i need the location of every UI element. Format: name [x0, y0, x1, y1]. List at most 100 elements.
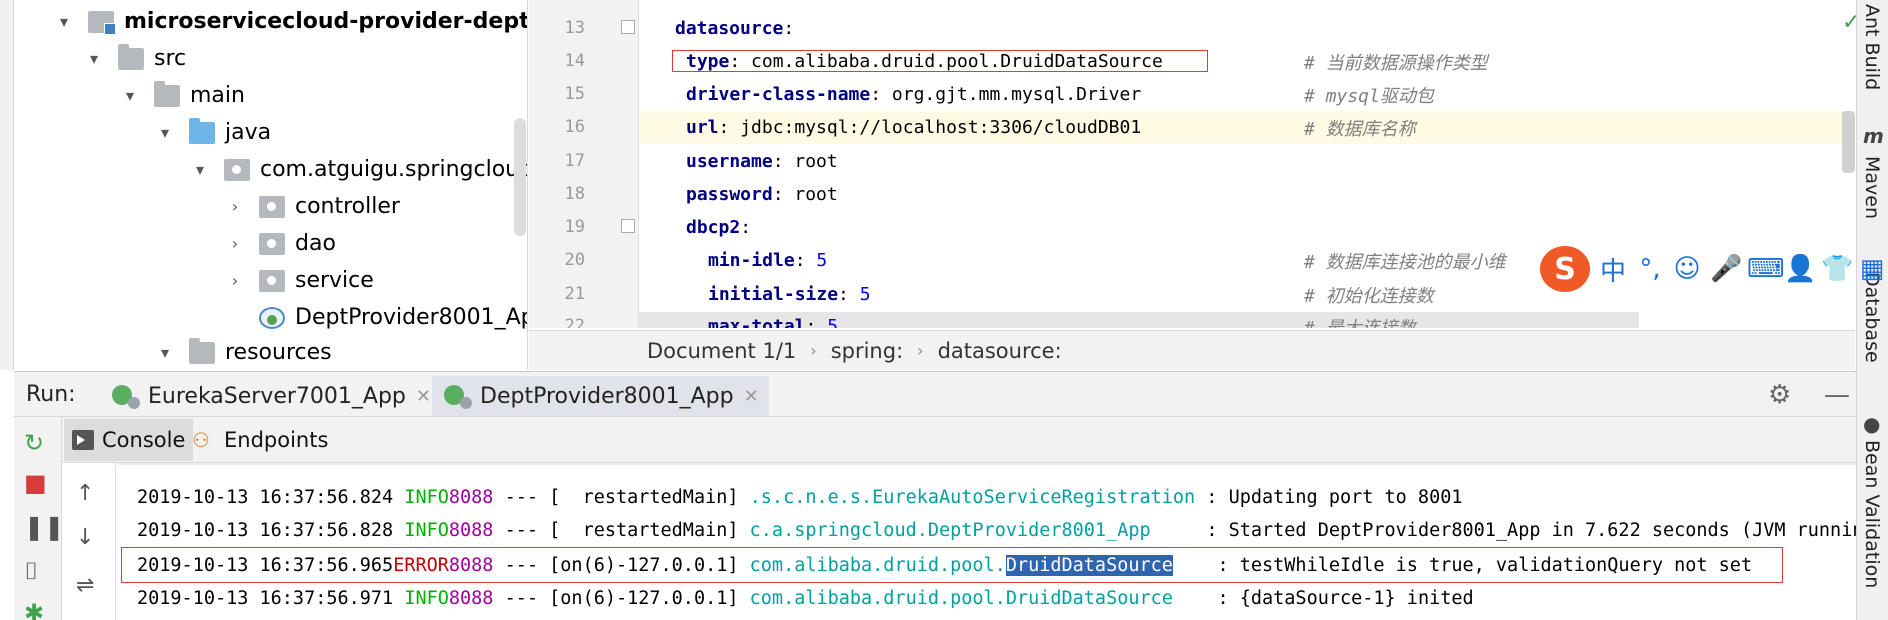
yaml-key: dbcp2: [686, 216, 741, 238]
tree-scrollbar[interactable]: [514, 118, 526, 236]
editor-scrollbar[interactable]: [1842, 111, 1855, 173]
tree-item-label: DeptProvider8001_App: [295, 305, 528, 330]
log-line[interactable]: 2019-10-13 16:37:56.828 INFO 8088 --- [ …: [137, 514, 1856, 546]
code-line[interactable]: url: jdbc:mysql://localhost:3306/cloudDB…: [686, 111, 1141, 143]
chevron-right-icon[interactable]: ›: [225, 262, 245, 299]
sogou-logo-icon[interactable]: S: [1540, 246, 1590, 292]
tool-window-ant-build[interactable]: Ant Build: [1861, 4, 1883, 90]
tree-item-src[interactable]: ▾ src: [84, 40, 186, 77]
code-line[interactable]: password: root: [686, 178, 838, 210]
source-folder-icon: [189, 117, 215, 144]
chevron-down-icon[interactable]: ▾: [84, 40, 104, 77]
chevron-right-icon[interactable]: ›: [225, 188, 245, 225]
stop-icon[interactable]: ■: [24, 469, 47, 497]
package-icon: [259, 269, 285, 292]
right-tool-strip: Ant Build m Maven Database ● Bean Valida…: [1856, 0, 1888, 620]
punctuation-icon[interactable]: °,: [1636, 254, 1664, 284]
code-line[interactable]: datasource:: [675, 12, 794, 44]
scroll-up-icon[interactable]: ↑: [76, 481, 94, 506]
console-top-edge: [117, 463, 1856, 465]
skin-shirt-icon[interactable]: 👕: [1821, 254, 1853, 284]
module-icon: [88, 10, 116, 35]
console-tabs: Console ⚇ Endpoints: [62, 417, 1856, 463]
user-icon[interactable]: 👤: [1784, 254, 1816, 284]
tree-item-dao[interactable]: › dao: [225, 225, 336, 262]
run-toolbar: ↻ ■ ❚❚ ⌷ ✱: [14, 417, 64, 620]
tab-endpoints[interactable]: ⚇ Endpoints: [184, 419, 336, 461]
log-pid: 8088: [448, 519, 494, 541]
camera-icon[interactable]: ⌷: [24, 557, 38, 585]
log-logger-padding: [1151, 520, 1196, 541]
microphone-icon[interactable]: 🎤: [1710, 254, 1742, 284]
log-line[interactable]: 2019-10-13 16:37:56.824 INFO 8088 --- [ …: [137, 481, 1462, 513]
fold-marker-icon[interactable]: [621, 219, 635, 233]
run-panel-header: Run: EurekaServer7001_App ✕ DeptProvider…: [14, 371, 1856, 417]
code-line[interactable]: username: root: [686, 145, 838, 177]
emoji-icon[interactable]: ☺: [1673, 254, 1701, 284]
line-number: 18: [564, 184, 585, 204]
log-logger: c.a.springcloud.DeptProvider8001_App: [738, 519, 1151, 541]
code-line[interactable]: initial-size: 5: [708, 278, 871, 310]
ime-lang-toggle[interactable]: 中: [1599, 251, 1627, 288]
tree-item-module[interactable]: ▾ microservicecloud-provider-dept-8001: [54, 3, 528, 40]
yaml-comment: # mysql驱动包: [1304, 86, 1434, 107]
minimize-icon[interactable]: —: [1824, 380, 1850, 410]
chevron-down-icon[interactable]: ▾: [54, 3, 74, 40]
rerun-icon[interactable]: ↻: [24, 429, 44, 457]
spring-boot-class-icon: [259, 306, 285, 329]
line-number: 14: [564, 51, 585, 71]
log-level: INFO: [393, 519, 449, 541]
tool-window-bean-validation[interactable]: Bean Validation: [1861, 440, 1883, 588]
run-tab-eureka[interactable]: EurekaServer7001_App ✕: [100, 376, 441, 416]
resources-folder-icon: [189, 337, 215, 364]
breadcrumb-document[interactable]: Document 1/1: [647, 339, 796, 363]
code-line[interactable]: min-idle: 5: [708, 244, 827, 276]
yaml-comment: # 当前数据源操作类型: [1304, 53, 1488, 74]
tree-item-service[interactable]: › service: [225, 262, 374, 299]
tree-item-controller[interactable]: › controller: [225, 188, 400, 225]
soft-wrap-icon[interactable]: ⇌: [76, 573, 94, 598]
tree-item-java[interactable]: ▾ java: [155, 114, 271, 151]
debug-icon[interactable]: ✱: [24, 599, 44, 620]
yaml-comment: # 最大连接数: [1304, 314, 1416, 328]
chevron-down-icon[interactable]: ▾: [155, 114, 175, 151]
tab-console[interactable]: Console: [64, 419, 194, 461]
line-number: 15: [564, 84, 585, 104]
package-icon: [224, 158, 250, 181]
breadcrumb-spring[interactable]: spring:: [831, 339, 903, 363]
tree-item-resources[interactable]: ▾ resources: [155, 334, 332, 370]
chevron-right-icon: ›: [917, 341, 924, 360]
spring-boot-icon: [110, 383, 140, 409]
chevron-down-icon[interactable]: ▾: [120, 77, 140, 114]
line-number: 22: [564, 316, 585, 328]
pause-icon[interactable]: ❚❚: [24, 513, 64, 541]
gear-icon[interactable]: ⚙: [1768, 380, 1791, 410]
chevron-right-icon: ›: [810, 341, 817, 360]
tree-item-package-root[interactable]: ▾ com.atguigu.springcloud: [190, 151, 527, 188]
tree-item-label: microservicecloud-provider-dept-8001: [124, 9, 528, 34]
log-pid: 8088: [448, 587, 494, 609]
code-line[interactable]: driver-class-name: org.gjt.mm.mysql.Driv…: [686, 78, 1141, 110]
run-label: Run:: [26, 382, 76, 407]
keyboard-icon[interactable]: ⌨: [1747, 254, 1785, 284]
console-output[interactable]: 2019-10-13 16:37:56.824 INFO 8088 --- [ …: [117, 463, 1856, 620]
chevron-down-icon[interactable]: ▾: [190, 151, 210, 188]
close-icon[interactable]: ✕: [416, 386, 431, 407]
log-separator: ---: [493, 486, 550, 508]
fold-marker-icon[interactable]: [621, 20, 635, 34]
tree-item-app-class[interactable]: DeptProvider8001_App: [225, 299, 528, 336]
folder-icon: [154, 80, 180, 107]
run-tab-dept-provider[interactable]: DeptProvider8001_App ✕: [432, 376, 769, 416]
chevron-down-icon[interactable]: ▾: [155, 334, 175, 370]
toolbox-icon[interactable]: ▦: [1858, 254, 1886, 284]
code-line[interactable]: dbcp2:: [686, 211, 751, 243]
close-icon[interactable]: ✕: [744, 386, 759, 407]
chevron-right-icon[interactable]: ›: [225, 225, 245, 262]
code-line[interactable]: max-total: 5: [708, 310, 838, 329]
tool-window-maven[interactable]: Maven: [1861, 156, 1883, 219]
breadcrumb-datasource[interactable]: datasource:: [938, 339, 1062, 363]
log-line[interactable]: 2019-10-13 16:37:56.971 INFO 8088 --- [o…: [137, 582, 1474, 614]
log-message: : {dataSource-1} inited: [1206, 587, 1474, 609]
scroll-down-icon[interactable]: ↓: [76, 525, 94, 550]
tree-item-main[interactable]: ▾ main: [120, 77, 245, 114]
